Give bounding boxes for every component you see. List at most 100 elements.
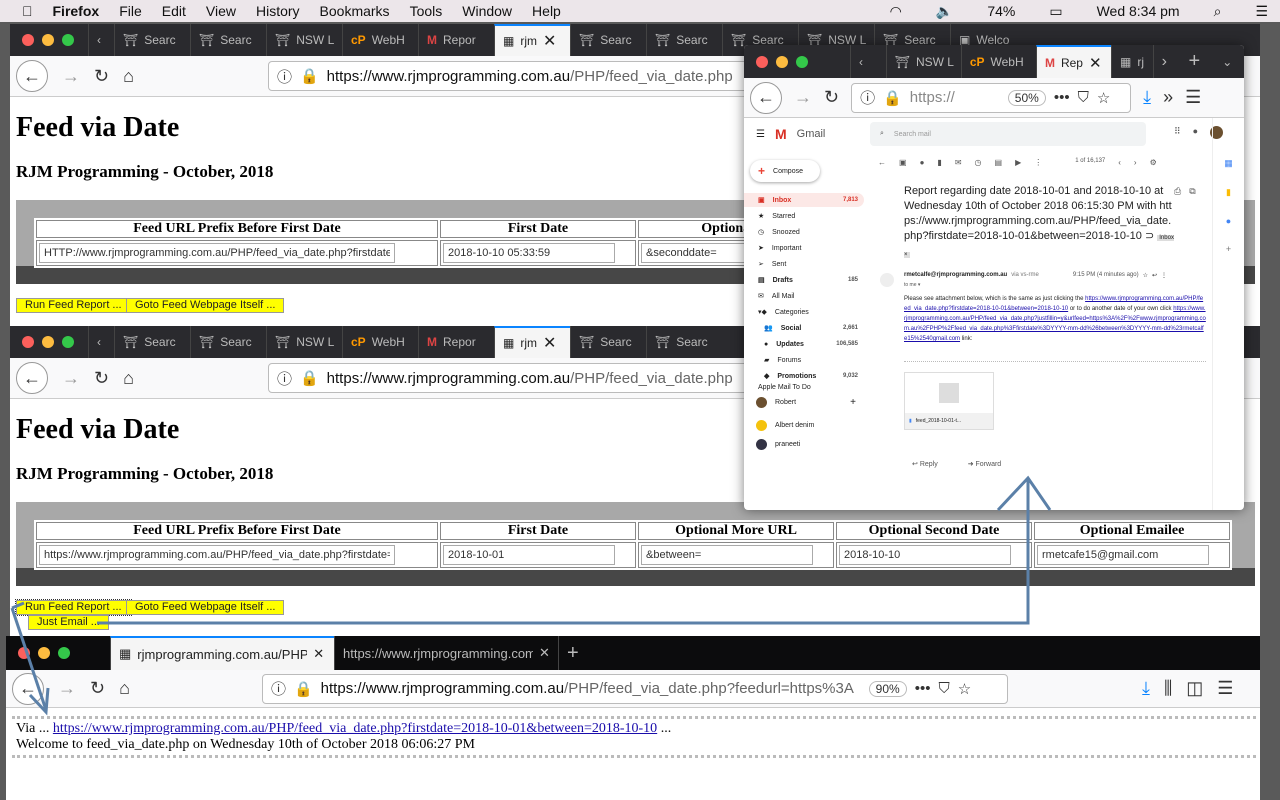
volume-icon[interactable]: 🔈: [936, 3, 953, 20]
notification-center-icon[interactable]: ☰: [1255, 3, 1268, 20]
emailee-input[interactable]: [1037, 545, 1209, 565]
pocket-icon[interactable]: ⛉: [938, 680, 949, 697]
run-feed-report-button[interactable]: Run Feed Report ...: [15, 599, 132, 616]
reload-button[interactable]: ↻: [90, 678, 105, 699]
hangouts-user[interactable]: Robert +: [744, 395, 864, 409]
close-tab-icon[interactable]: ✕: [543, 31, 556, 51]
tasks-icon[interactable]: ●: [1226, 216, 1231, 226]
tab[interactable]: ⛩ Searc: [570, 24, 646, 56]
scroll-tabs-left[interactable]: ‹: [88, 326, 114, 358]
pocket-icon[interactable]: ⛉: [1078, 89, 1089, 106]
downloads-icon[interactable]: ⤓: [1143, 87, 1151, 108]
tab[interactable]: ⛩ Searc: [190, 326, 266, 358]
calendar-icon[interactable]: ▦: [1224, 158, 1233, 169]
close-window-button[interactable]: [22, 34, 34, 46]
search-mail-input[interactable]: ⌕ Search mail: [870, 122, 1146, 146]
home-button[interactable]: ⌂: [123, 66, 134, 87]
nav-apple-mail-to-do[interactable]: Apple Mail To Do: [744, 383, 864, 391]
zoom-level[interactable]: 90%: [868, 680, 907, 697]
reply-icon[interactable]: ↩: [1152, 272, 1157, 279]
apps-icon[interactable]: ⠿: [1174, 126, 1181, 139]
settings-icon[interactable]: ⚙: [1150, 158, 1157, 167]
zoom-level[interactable]: 50%: [1007, 89, 1046, 106]
close-tab-icon[interactable]: ✕: [313, 646, 324, 662]
back-to-inbox-icon[interactable]: ←: [878, 158, 886, 167]
more-icon[interactable]: ⋮: [1034, 158, 1042, 167]
zoom-window-button[interactable]: [62, 34, 74, 46]
reply-button[interactable]: ↩ Reply: [912, 460, 938, 468]
reload-button[interactable]: ↻: [94, 368, 109, 389]
close-tab-icon[interactable]: ✕: [539, 645, 550, 661]
nav-starred[interactable]: ★ Starred: [744, 209, 864, 223]
close-window-button[interactable]: [22, 336, 34, 348]
nav-all-mail[interactable]: ✉ All Mail: [744, 289, 864, 303]
scroll-tabs-right[interactable]: ›: [1152, 45, 1181, 78]
nav-snoozed[interactable]: ◷ Snoozed: [744, 225, 864, 239]
more-options-icon[interactable]: ⋮: [1161, 272, 1167, 279]
tab[interactable]: ▦ rj: [1111, 45, 1153, 78]
close-window-button[interactable]: [18, 647, 30, 659]
contact-item[interactable]: praneeti: [744, 437, 864, 451]
downloads-icon[interactable]: ⤓: [1142, 678, 1150, 699]
mark-unread-icon[interactable]: ✉: [955, 158, 962, 167]
tab[interactable]: cP WebH: [342, 326, 418, 358]
newer-icon[interactable]: ‹: [1118, 158, 1121, 167]
zoom-window-button[interactable]: [62, 336, 74, 348]
nav-important[interactable]: ➤ Important: [744, 241, 864, 255]
keep-icon[interactable]: ▮: [1226, 187, 1231, 198]
forward-button[interactable]: →: [794, 87, 812, 108]
apple-menu-icon[interactable]: : [22, 3, 33, 19]
info-icon[interactable]: ⓘ: [271, 678, 286, 699]
forward-button[interactable]: →: [58, 678, 76, 699]
just-email-button[interactable]: Just Email ...: [28, 615, 109, 630]
nav-social[interactable]: 👥 Social 2,661: [744, 321, 864, 335]
back-button[interactable]: ←: [750, 81, 782, 114]
feed-url-prefix-input[interactable]: [39, 545, 395, 565]
library-icon[interactable]: ⫼: [1164, 678, 1172, 699]
menu-file[interactable]: File: [119, 3, 142, 19]
new-tab-button[interactable]: +: [1181, 45, 1215, 78]
print-icon[interactable]: ⎙: [1174, 186, 1181, 197]
star-icon[interactable]: ☆: [1143, 272, 1148, 279]
nav-inbox[interactable]: ▣ Inbox 7,813: [744, 193, 864, 207]
report-spam-icon[interactable]: ●: [920, 158, 925, 167]
battery-icon[interactable]: ▭: [1049, 3, 1062, 20]
page-actions-icon[interactable]: •••: [915, 680, 931, 697]
info-icon[interactable]: ⓘ: [277, 66, 292, 87]
url-bar[interactable]: ⓘ 🔒 https://www.rjmprogramming.com.au/PHP/…: [261, 673, 1008, 704]
menu-history[interactable]: History: [256, 3, 300, 19]
tab-active[interactable]: M Rep ✕: [1035, 45, 1112, 78]
zoom-window-button[interactable]: [796, 55, 808, 68]
second-date-input[interactable]: [839, 545, 1011, 565]
nav-forums[interactable]: ▰ Forums: [744, 353, 864, 367]
add-on-icon[interactable]: +: [1226, 244, 1231, 254]
nav-promotions[interactable]: ◆ Promotions 9,032: [744, 369, 864, 383]
sidebar-icon[interactable]: ◫: [1186, 678, 1203, 699]
minimize-window-button[interactable]: [38, 647, 50, 659]
open-new-window-icon[interactable]: ⧉: [1189, 186, 1195, 197]
feed-url-prefix-input[interactable]: [39, 243, 395, 263]
add-contact-icon[interactable]: +: [850, 397, 856, 408]
archive-icon[interactable]: ▣: [899, 158, 907, 167]
tab[interactable]: ⛩ Searc: [190, 24, 266, 56]
menu-firefox[interactable]: Firefox: [53, 3, 100, 19]
home-button[interactable]: ⌂: [123, 368, 134, 389]
back-button[interactable]: ←: [12, 672, 44, 705]
minimize-window-button[interactable]: [42, 336, 54, 348]
tab[interactable]: ⛩ NSW L: [885, 45, 961, 78]
home-button[interactable]: ⌂: [119, 678, 130, 699]
first-date-input[interactable]: [443, 243, 615, 263]
bookmark-star-icon[interactable]: ☆: [1097, 89, 1110, 107]
tab[interactable]: ⛩ Searc: [646, 326, 722, 358]
nav-sent[interactable]: ➢ Sent: [744, 257, 864, 271]
goto-feed-webpage-button[interactable]: Goto Feed Webpage Itself ...: [126, 600, 285, 615]
move-to-icon[interactable]: ▤: [995, 158, 1003, 167]
bookmark-star-icon[interactable]: ☆: [958, 680, 971, 698]
tab[interactable]: M Repor: [418, 326, 494, 358]
attachment-card[interactable]: ▮ feed_2018-10-01-t...: [904, 372, 994, 430]
tab-active[interactable]: ▦ rjm ✕: [494, 24, 570, 56]
tab[interactable]: ⛩ Searc: [114, 326, 190, 358]
menu-tools[interactable]: Tools: [410, 3, 443, 19]
clock[interactable]: Wed 8:34 pm: [1097, 3, 1180, 20]
tab[interactable]: https://www.rjmprogramming.com.a ✕: [334, 636, 558, 670]
